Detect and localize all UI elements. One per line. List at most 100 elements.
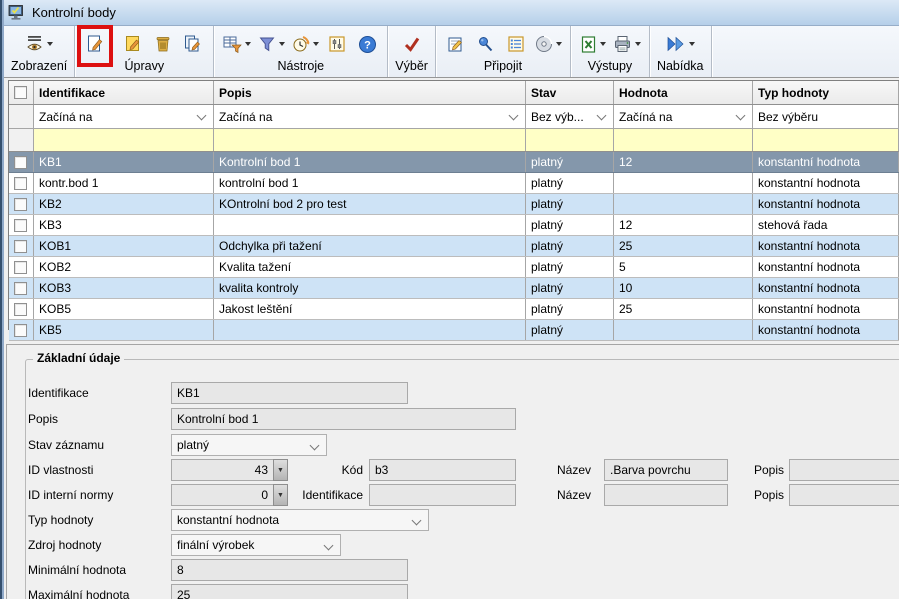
filter-combo-typ-hodnoty[interactable]: Bez výběru — [753, 105, 899, 128]
filter-input-typ-hodnoty[interactable] — [753, 129, 899, 151]
filter-input-popis[interactable] — [214, 129, 526, 151]
table-row[interactable]: KOB5 Jakost leštění platný 25 konstantní… — [9, 299, 899, 320]
view-button[interactable] — [24, 31, 54, 57]
table-row[interactable]: KOB3 kvalita kontroly platný 10 konstant… — [9, 278, 899, 299]
window-titlebar: Kontrolní body — [0, 0, 899, 26]
filter-input-hodnota[interactable] — [614, 129, 753, 151]
checklist-button[interactable] — [503, 31, 529, 57]
filter-combo-hodnota[interactable]: Začíná na — [614, 105, 753, 128]
select-button[interactable] — [399, 31, 425, 57]
dropdown-arrow-icon[interactable] — [556, 42, 562, 46]
row-checkbox[interactable] — [14, 324, 27, 337]
table-row[interactable]: KB3 platný 12 stehová řada — [9, 215, 899, 236]
norma-nazev-field[interactable] — [604, 484, 728, 506]
column-header-typ-hodnoty[interactable]: Typ hodnoty — [753, 81, 899, 104]
table-row[interactable]: KB2 KOntrolní bod 2 pro test platný kons… — [9, 194, 899, 215]
table-row[interactable]: KOB1 Odchylka při tažení platný 25 konst… — [9, 236, 899, 257]
dropdown-arrow-icon[interactable] — [279, 42, 285, 46]
filter-combo-popis[interactable]: Začíná na — [214, 105, 526, 128]
table-row[interactable]: kontr.bod 1 kontrolní bod 1 platný konst… — [9, 173, 899, 194]
dropdown-arrow-icon[interactable] — [600, 42, 606, 46]
settings-button[interactable] — [324, 31, 350, 57]
column-header-identifikace[interactable]: Identifikace — [34, 81, 214, 104]
vlastnost-popis-label: Popis — [727, 460, 784, 480]
norma-popis-field[interactable] — [789, 484, 899, 506]
minimalni-hodnota-field[interactable]: 8 — [171, 559, 408, 581]
stav-zaznamu-combo[interactable]: platný — [171, 434, 327, 456]
dropdown-arrow-icon[interactable] — [635, 42, 641, 46]
edit-record-icon — [123, 34, 143, 54]
vlastnost-popis-field[interactable] — [789, 459, 899, 481]
norma-identifikace-field[interactable] — [369, 484, 516, 506]
dropdown-arrow-icon[interactable] — [245, 42, 251, 46]
refresh-button[interactable] — [290, 31, 320, 57]
popis-field[interactable]: Kontrolní bod 1 — [171, 408, 516, 430]
maximalni-hodnota-field[interactable]: 25 — [171, 584, 408, 599]
copy-record-button[interactable] — [180, 31, 206, 57]
sort-table-icon — [222, 34, 243, 54]
filter-button[interactable] — [256, 31, 286, 57]
media-disc-icon — [534, 34, 554, 54]
chevron-down-icon — [412, 516, 422, 526]
toolbar-group-label: Úpravy — [124, 59, 164, 75]
row-checkbox[interactable] — [14, 177, 27, 190]
toolbar-group-label: Výběr — [395, 59, 428, 75]
sort-button[interactable] — [221, 31, 252, 57]
row-checkbox[interactable] — [14, 156, 27, 169]
toolbar-group-nastroje: ? Nástroje — [214, 26, 388, 77]
settings-sliders-icon — [327, 34, 347, 54]
media-button[interactable] — [533, 31, 563, 57]
excel-icon — [579, 35, 598, 54]
note-button[interactable] — [443, 31, 469, 57]
print-button[interactable] — [611, 31, 642, 57]
table-row[interactable]: KB1 Kontrolní bod 1 platný 12 konstantní… — [9, 152, 899, 173]
id-interni-normy-label: ID interní normy — [28, 485, 113, 505]
zdroj-hodnoty-combo[interactable]: finální výrobek — [171, 534, 341, 556]
dropdown-arrow-icon[interactable] — [313, 42, 319, 46]
refresh-clock-icon — [291, 34, 311, 54]
new-record-button[interactable] — [82, 31, 108, 57]
filter-input-identifikace[interactable] — [34, 129, 214, 151]
dropdown-arrow-icon[interactable] — [47, 42, 53, 46]
delete-record-icon — [153, 34, 173, 54]
typ-hodnoty-combo[interactable]: konstantní hodnota — [171, 509, 429, 531]
dropdown-arrow-icon[interactable] — [689, 42, 695, 46]
row-checkbox[interactable] — [14, 303, 27, 316]
filter-combo-identifikace[interactable]: Začíná na — [34, 105, 214, 128]
table-row[interactable]: KB5 platný konstantní hodnota — [9, 320, 899, 341]
id-vlastnosti-lookup-button[interactable]: ▼ — [273, 459, 288, 481]
nazev-field[interactable]: .Barva povrchu — [604, 459, 728, 481]
window-left-border-inner — [2, 0, 4, 599]
kod-field[interactable]: b3 — [369, 459, 516, 481]
row-checkbox[interactable] — [14, 282, 27, 295]
row-checkbox[interactable] — [14, 198, 27, 211]
column-header-stav[interactable]: Stav — [526, 81, 614, 104]
pin-button[interactable] — [473, 31, 499, 57]
delete-record-button[interactable] — [150, 31, 176, 57]
column-header-popis[interactable]: Popis — [214, 81, 526, 104]
detail-form-panel: Základní údaje Identifikace KB1 Popis Ko… — [6, 344, 899, 599]
id-interni-normy-lookup-button[interactable]: ▼ — [273, 484, 288, 506]
stav-zaznamu-label: Stav záznamu — [28, 435, 104, 455]
note-icon — [446, 35, 465, 54]
svg-text:?: ? — [364, 39, 371, 51]
identifikace-field[interactable]: KB1 — [171, 382, 408, 404]
help-button[interactable]: ? — [354, 31, 380, 57]
table-row[interactable]: KOB2 Kvalita tažení platný 5 konstantní … — [9, 257, 899, 278]
excel-export-button[interactable] — [578, 31, 607, 57]
grid-filter-input-row — [9, 129, 899, 152]
row-checkbox[interactable] — [14, 240, 27, 253]
row-checkbox[interactable] — [14, 219, 27, 232]
row-checkbox[interactable] — [14, 261, 27, 274]
chevron-down-icon — [736, 111, 746, 121]
filter-combo-stav[interactable]: Bez výb... — [526, 105, 614, 128]
toolbar-group-label: Výstupy — [588, 59, 632, 75]
select-all-checkbox[interactable] — [14, 86, 27, 99]
edit-record-button[interactable] — [120, 31, 146, 57]
id-interni-normy-field[interactable]: 0 — [171, 484, 274, 506]
filter-input-stav[interactable] — [526, 129, 614, 151]
column-header-hodnota[interactable]: Hodnota — [614, 81, 753, 104]
pin-icon — [476, 35, 495, 54]
menu-button[interactable] — [664, 31, 696, 57]
id-vlastnosti-field[interactable]: 43 — [171, 459, 274, 481]
